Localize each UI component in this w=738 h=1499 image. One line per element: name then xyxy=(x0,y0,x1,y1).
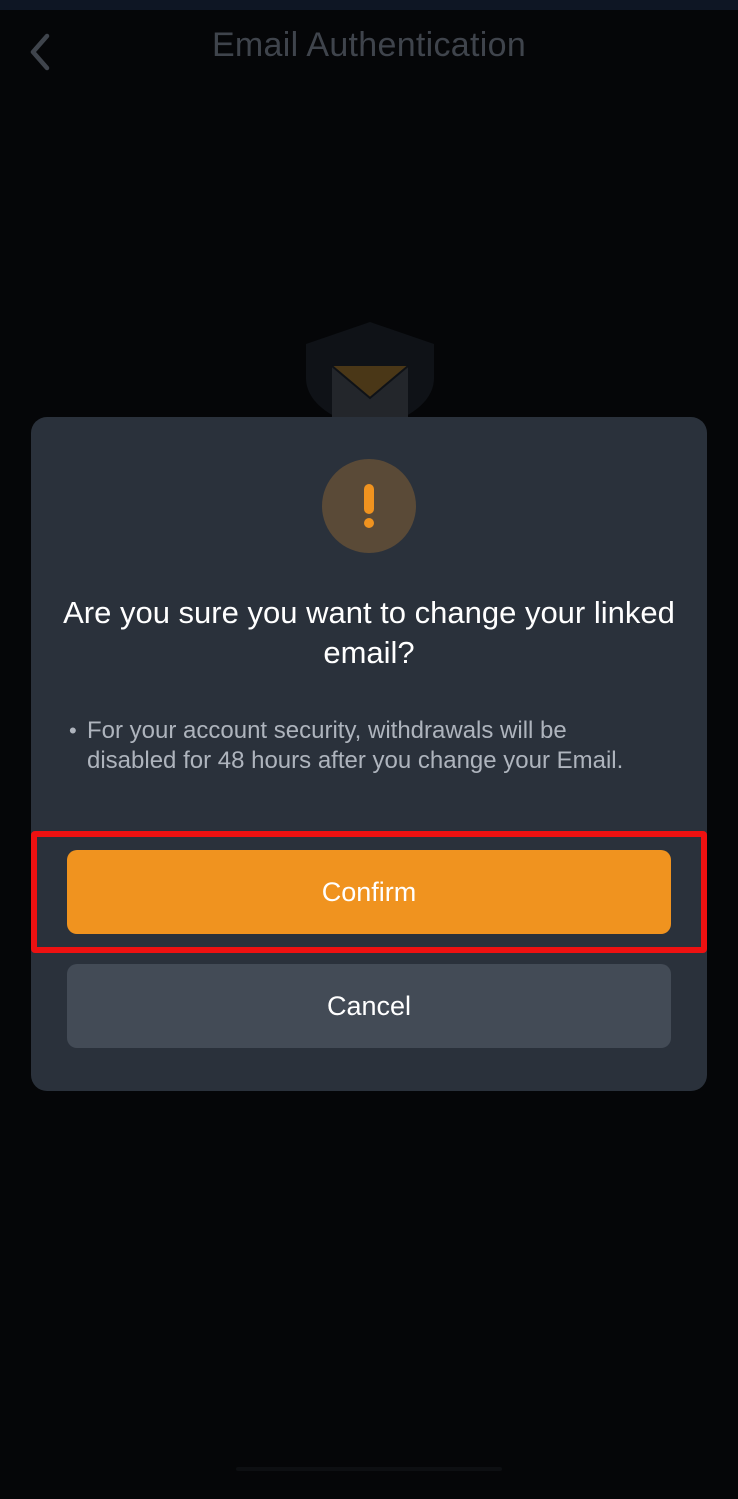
exclamation-icon xyxy=(364,484,374,528)
screen: Email Authentication Are you sure you wa… xyxy=(0,0,738,1499)
shield-envelope-icon xyxy=(306,322,434,428)
confirm-button[interactable]: Confirm xyxy=(67,850,671,934)
home-indicator xyxy=(236,1467,502,1471)
cancel-button[interactable]: Cancel xyxy=(67,964,671,1048)
bullet-icon: • xyxy=(69,718,77,743)
notice-text: For your account security, withdrawals w… xyxy=(87,717,624,774)
notice: • For your account security, withdrawals… xyxy=(69,716,657,776)
header: Email Authentication xyxy=(0,10,738,86)
page-title: Email Authentication xyxy=(211,26,527,64)
dialog-title: Are you sure you want to change your lin… xyxy=(63,595,675,670)
confirm-dialog: Are you sure you want to change your lin… xyxy=(31,417,707,1091)
warning-badge xyxy=(322,459,416,553)
status-bar xyxy=(0,0,738,10)
